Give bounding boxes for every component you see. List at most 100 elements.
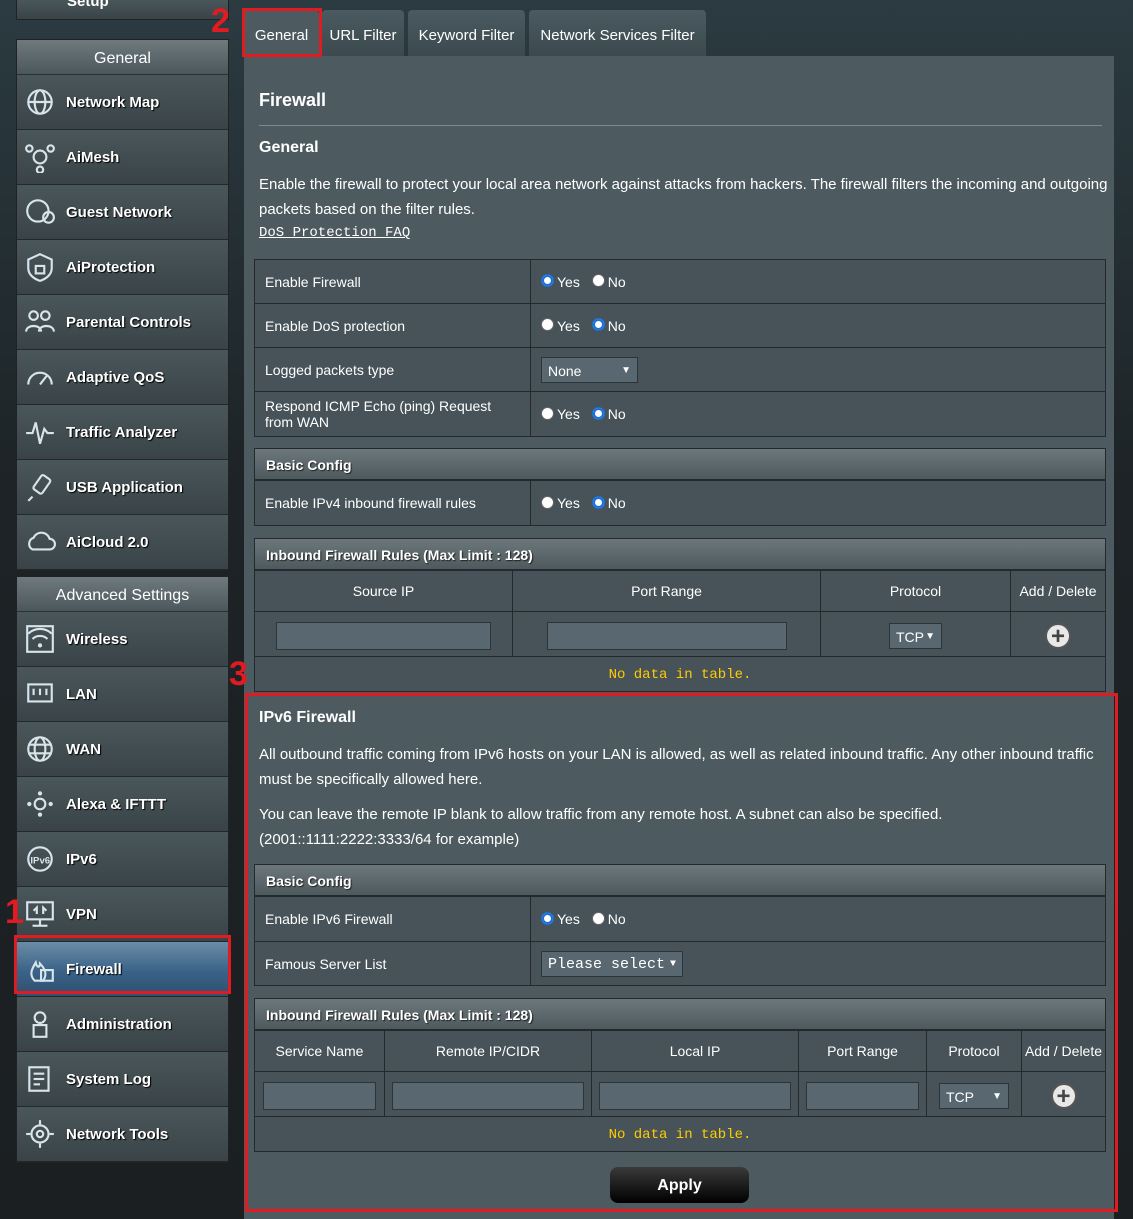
- protocol-select[interactable]: TCP ▼: [889, 623, 942, 649]
- ipv6-protocol-select[interactable]: TCP ▼: [939, 1083, 1009, 1109]
- basic-config-table: Enable IPv4 inbound firewall rules Yes N…: [254, 480, 1106, 526]
- radio-icon: [541, 318, 554, 332]
- sidebar-item-lan[interactable]: LAN: [17, 667, 228, 722]
- ipv6-port-range-input[interactable]: [806, 1082, 919, 1110]
- option-label: No: [607, 911, 626, 927]
- sidebar-item-setup[interactable]: Setup: [16, 0, 229, 20]
- radio-icon: [541, 406, 554, 420]
- column-header: Add / Delete: [1021, 1030, 1106, 1072]
- radio-selected-icon: [541, 911, 554, 925]
- ipv6-firewall-title: IPv6 Firewall: [259, 709, 356, 726]
- option-label: Yes: [557, 273, 580, 290]
- ipv4-inbound-yes[interactable]: Yes: [541, 495, 580, 511]
- gauge-icon: [23, 360, 57, 394]
- enable-dos-options: Yes No: [530, 303, 1106, 348]
- icmp-echo-label: Respond ICMP Echo (ping) Request from WA…: [254, 391, 531, 437]
- guest-network-icon: [23, 195, 57, 229]
- sidebar-item-ipv6[interactable]: IPv6 IPv6: [17, 832, 228, 887]
- chevron-down-icon: ▼: [992, 1091, 1002, 1102]
- ipv6-port-range-cell: [798, 1071, 927, 1121]
- ipv6-add-rule-button[interactable]: +: [1050, 1083, 1077, 1109]
- sidebar-item-parental-controls[interactable]: Parental Controls: [17, 295, 228, 350]
- apply-button[interactable]: Apply: [610, 1167, 749, 1203]
- enable-firewall-label: Enable Firewall: [254, 259, 531, 304]
- sidebar-item-wireless[interactable]: Wireless: [17, 612, 228, 667]
- sidebar-item-adaptive-qos[interactable]: Adaptive QoS: [17, 350, 228, 405]
- enable-dos-label: Enable DoS protection: [254, 303, 531, 348]
- ipv4-inbound-options: Yes No: [530, 480, 1106, 526]
- vpn-icon: [23, 897, 57, 931]
- enable-ipv6-label: Enable IPv6 Firewall: [254, 896, 531, 942]
- icmp-echo-yes[interactable]: Yes: [541, 406, 580, 422]
- firewall-icon: [23, 952, 57, 986]
- column-header: Add / Delete: [1010, 570, 1106, 612]
- sidebar-item-guest-network[interactable]: Guest Network: [17, 185, 228, 240]
- sidebar-item-aimesh[interactable]: AiMesh: [17, 130, 228, 185]
- enable-firewall-yes[interactable]: Yes: [541, 274, 580, 290]
- enable-firewall-no[interactable]: No: [591, 273, 626, 290]
- sidebar-item-aicloud-2-0[interactable]: AiCloud 2.0: [17, 515, 228, 570]
- radio-selected-icon: [591, 495, 605, 509]
- radio-selected-icon: [591, 318, 605, 332]
- enable-dos-no[interactable]: No: [591, 318, 626, 334]
- dos-faq-link[interactable]: DoS Protection FAQ: [259, 225, 410, 241]
- enable-ipv6-options: Yes No: [530, 896, 1106, 942]
- sidebar-item-aiprotection[interactable]: AiProtection: [17, 240, 228, 295]
- option-label: No: [607, 495, 626, 511]
- source-ip-cell: [254, 611, 513, 661]
- radio-selected-icon: [591, 406, 605, 420]
- option-label: Yes: [557, 317, 580, 334]
- sidebar-item-label: WAN: [66, 740, 101, 758]
- remote-ip-cell: [384, 1071, 592, 1121]
- tab-url-filter[interactable]: URL Filter: [322, 10, 404, 56]
- local-ip-input[interactable]: [599, 1082, 791, 1110]
- sidebar-item-network-tools[interactable]: Network Tools: [17, 1107, 228, 1162]
- logged-packets-label: Logged packets type: [254, 347, 531, 392]
- lan-icon: [23, 677, 57, 711]
- sidebar-item-administration[interactable]: Administration: [17, 997, 228, 1052]
- sidebar-item-wan[interactable]: WAN: [17, 722, 228, 777]
- ipv4-inbound-no[interactable]: No: [591, 495, 626, 511]
- port-range-input[interactable]: [546, 622, 787, 650]
- tab-keyword-filter[interactable]: Keyword Filter: [408, 10, 525, 56]
- protocol-cell: TCP ▼: [820, 611, 1011, 661]
- chevron-down-icon: ▼: [669, 958, 676, 970]
- add-cell: +: [1010, 611, 1106, 661]
- sidebar-item-system-log[interactable]: System Log: [17, 1052, 228, 1107]
- radio-icon: [591, 274, 605, 288]
- ipv6-no-data-message: No data in table.: [254, 1116, 1106, 1152]
- enable-ipv6-yes[interactable]: Yes: [541, 911, 580, 927]
- sidebar-item-label: AiProtection: [66, 258, 156, 276]
- enable-dos-yes[interactable]: Yes: [541, 318, 580, 334]
- inbound-rules-table: Source IP Port Range Protocol Add / Dele…: [254, 570, 1106, 661]
- enable-ipv6-no[interactable]: No: [591, 911, 626, 927]
- ipv6-rules-table: Service Name Remote IP/CIDR Local IP Por…: [254, 1030, 1106, 1121]
- sidebar-item-usb-application[interactable]: USB Application: [17, 460, 228, 515]
- sidebar-advanced-group: Advanced Settings Wireless LAN WAN Alexa & …: [16, 576, 229, 1163]
- sidebar-item-network-map[interactable]: Network Map: [17, 75, 228, 130]
- sidebar-item-traffic-analyzer[interactable]: Traffic Analyzer: [17, 405, 228, 460]
- tab-general[interactable]: General: [244, 10, 319, 56]
- option-label: No: [607, 406, 626, 422]
- icmp-echo-no[interactable]: No: [591, 406, 626, 422]
- sidebar-item-firewall[interactable]: Firewall: [17, 942, 228, 997]
- ipv6-description-1: All outbound traffic coming from IPv6 ho…: [259, 746, 1094, 788]
- service-name-input[interactable]: [263, 1082, 376, 1110]
- option-label: No: [607, 273, 626, 290]
- add-rule-button[interactable]: +: [1045, 623, 1071, 649]
- sidebar-item-label: USB Application: [66, 478, 183, 496]
- tools-icon: [23, 1117, 57, 1151]
- tab-network-services-filter[interactable]: Network Services Filter: [529, 10, 706, 56]
- remote-ip-input[interactable]: [392, 1082, 584, 1110]
- famous-server-select[interactable]: Please select ▼: [541, 950, 683, 977]
- ipv4-inbound-label: Enable IPv4 inbound firewall rules: [254, 480, 531, 526]
- sidebar-item-label: Firewall: [66, 960, 122, 978]
- sidebar-item-alexa-ifttt[interactable]: Alexa & IFTTT: [17, 777, 228, 832]
- source-ip-input[interactable]: [276, 622, 491, 650]
- column-header: Port Range: [798, 1030, 927, 1072]
- chevron-down-icon: ▼: [621, 364, 631, 376]
- logged-packets-select[interactable]: None ▼: [541, 356, 638, 383]
- select-value: TCP: [946, 1089, 974, 1105]
- sidebar-item-vpn[interactable]: VPN: [17, 887, 228, 942]
- firewall-settings-table: Enable Firewall Yes No Enable DoS protec…: [254, 259, 1106, 437]
